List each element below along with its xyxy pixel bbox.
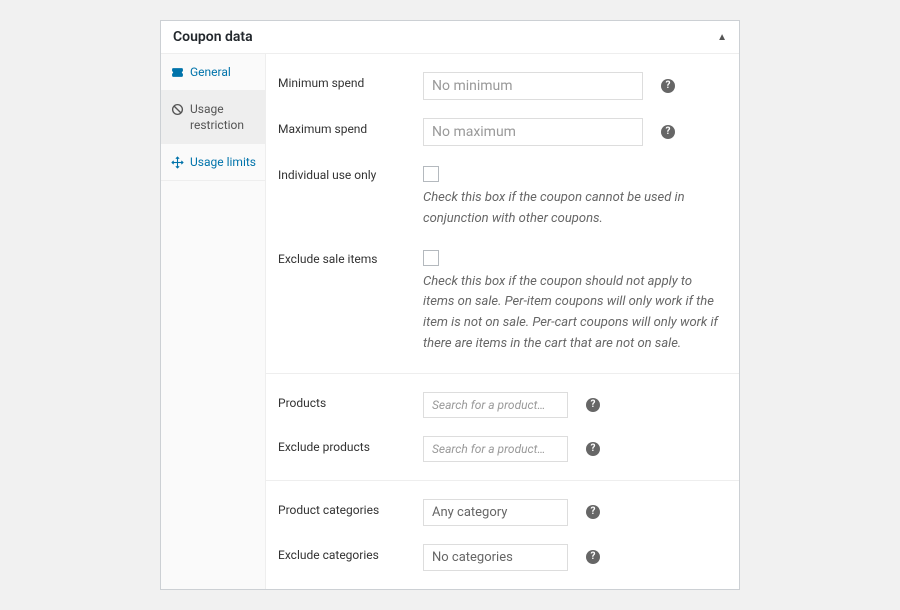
ticket-icon [170, 64, 184, 80]
individual-use-checkbox[interactable] [423, 166, 439, 182]
help-icon[interactable]: ? [586, 442, 600, 456]
label-maximum-spend: Maximum spend [278, 118, 423, 136]
minimum-spend-input[interactable] [423, 72, 643, 100]
field-maximum-spend: Maximum spend ? [278, 109, 727, 155]
field-exclude-products: Exclude products Search for a product… ? [278, 427, 727, 471]
help-icon[interactable]: ? [586, 550, 600, 564]
panel-header: Coupon data ▲ [161, 21, 739, 54]
exclude-sale-desc: Check this box if the coupon should not … [423, 272, 723, 355]
panel-body: General Usage restriction Usage limits M… [161, 54, 739, 589]
field-product-categories: Product categories Any category ? [278, 490, 727, 535]
exclude-sale-checkbox[interactable] [423, 250, 439, 266]
help-icon[interactable]: ? [661, 79, 675, 93]
move-icon [170, 154, 184, 170]
exclude-categories-select[interactable]: No categories [423, 544, 568, 571]
tabs-sidebar: General Usage restriction Usage limits [161, 54, 266, 589]
individual-use-desc: Check this box if the coupon cannot be u… [423, 188, 723, 230]
tab-usage-restriction-label: Usage restriction [190, 101, 256, 133]
product-categories-select[interactable]: Any category [423, 499, 568, 526]
field-minimum-spend: Minimum spend ? [278, 63, 727, 109]
label-exclude-products: Exclude products [278, 436, 423, 454]
field-exclude-categories: Exclude categories No categories ? [278, 535, 727, 580]
help-icon[interactable]: ? [586, 398, 600, 412]
help-icon[interactable]: ? [586, 505, 600, 519]
label-exclude-sale: Exclude sale items [278, 248, 423, 266]
tab-usage-restriction[interactable]: Usage restriction [161, 91, 265, 144]
coupon-data-panel: Coupon data ▲ General Usage restriction [160, 20, 740, 590]
tab-usage-limits-label: Usage limits [190, 154, 256, 170]
panel-collapse-toggle[interactable]: ▲ [717, 32, 727, 43]
label-minimum-spend: Minimum spend [278, 72, 423, 90]
field-products: Products Search for a product… ? [278, 383, 727, 427]
panel-title: Coupon data [173, 29, 253, 45]
field-exclude-sale: Exclude sale items Check this box if the… [278, 239, 727, 364]
exclude-products-select[interactable]: Search for a product… [423, 436, 568, 462]
label-products: Products [278, 392, 423, 410]
maximum-spend-input[interactable] [423, 118, 643, 146]
field-individual-use: Individual use only Check this box if th… [278, 155, 727, 239]
tab-usage-limits[interactable]: Usage limits [161, 144, 265, 181]
block-icon [170, 101, 184, 117]
products-select[interactable]: Search for a product… [423, 392, 568, 418]
help-icon[interactable]: ? [661, 125, 675, 139]
label-product-categories: Product categories [278, 499, 423, 517]
label-individual-use: Individual use only [278, 164, 423, 182]
tab-general-label: General [190, 64, 231, 80]
tab-content: Minimum spend ? Maximum spend ? [266, 54, 739, 589]
tab-general[interactable]: General [161, 54, 265, 91]
